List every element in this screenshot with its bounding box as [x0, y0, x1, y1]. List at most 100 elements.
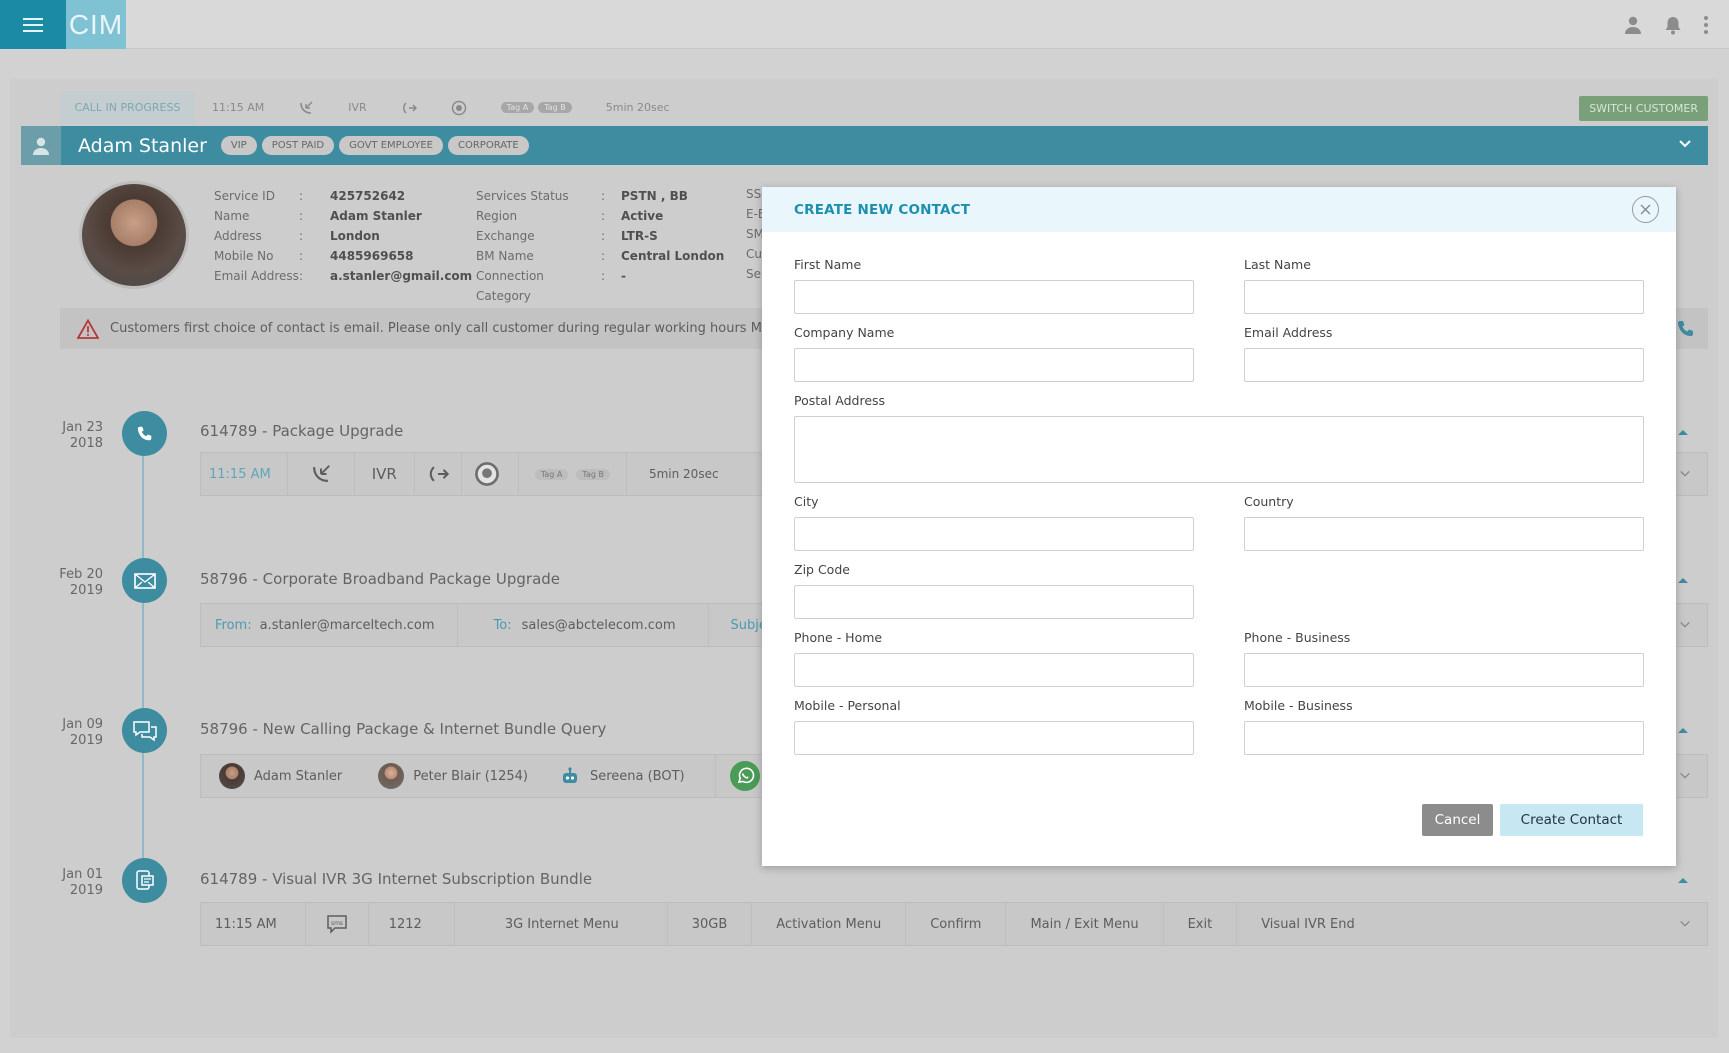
info-value: LTR-S: [621, 229, 658, 243]
info-value: PSTN , BB: [621, 189, 688, 203]
timeline-line: [142, 432, 144, 872]
chevron-down-icon[interactable]: [1679, 468, 1691, 480]
from-email: a.stanler@marceltech.com: [259, 617, 435, 633]
ivr-step: Confirm: [906, 903, 1007, 945]
info-label: Exchange: [476, 229, 535, 243]
cancel-button[interactable]: Cancel: [1422, 804, 1493, 836]
card-channel: IVR: [355, 453, 415, 495]
postal-address-input[interactable]: [794, 416, 1644, 483]
chevron-down-icon[interactable]: [1679, 619, 1691, 631]
mobile-personal-group: Mobile - Personal: [794, 698, 1194, 755]
whatsapp-icon: [729, 761, 760, 791]
create-contact-button[interactable]: Create Contact: [1500, 804, 1643, 836]
call-status: CALL IN PROGRESS: [60, 91, 195, 124]
mobile-business-input[interactable]: [1244, 721, 1644, 755]
timeline-dot: [122, 858, 167, 903]
timeline-date: Jan 09 2019: [62, 717, 103, 748]
city-input[interactable]: [794, 517, 1194, 551]
phone-icon[interactable]: [1676, 319, 1696, 339]
badge-post-paid: POST PAID: [261, 136, 335, 155]
user-icon[interactable]: [1623, 15, 1643, 35]
tag: Tag A: [500, 102, 535, 113]
mobile-personal-label: Mobile - Personal: [794, 698, 901, 713]
call-bar: CALL IN PROGRESS 11:15 AM IVR Tag A Tag …: [60, 91, 1708, 124]
phone-business-input[interactable]: [1244, 653, 1644, 687]
customer-avatar: [21, 126, 61, 165]
info-label: Mobile No: [214, 249, 274, 263]
participant-name: Adam Stanler: [254, 768, 343, 784]
chevron-up-icon[interactable]: [1677, 876, 1689, 884]
badge-govt-employee: GOVT EMPLOYEE: [339, 136, 443, 155]
chevron-up-icon[interactable]: [1677, 726, 1689, 734]
customer-info-left: Service ID:425752642 Name: Adam Stanler A…: [214, 186, 472, 286]
warning-icon: [77, 318, 99, 339]
phone-home-input[interactable]: [794, 653, 1194, 687]
ivr-step: 3G Internet Menu: [455, 903, 668, 945]
postal-address-group: Postal Address: [794, 393, 1644, 487]
modal-title: CREATE NEW CONTACT: [794, 201, 971, 218]
ivr-step: 1212: [369, 903, 455, 945]
chevron-down-icon[interactable]: [1679, 918, 1691, 930]
switch-customer-button[interactable]: SWITCH CUSTOMER: [1579, 96, 1708, 121]
chevron-up-icon[interactable]: [1677, 428, 1689, 436]
hamburger-menu-button[interactable]: [0, 0, 66, 49]
chat-icon: [132, 720, 157, 741]
timeline-title[interactable]: 614789 - Package Upgrade: [200, 422, 403, 440]
last-name-input[interactable]: [1244, 280, 1644, 314]
info-value: a.stanler@gmail.com: [330, 269, 473, 283]
card-time: 11:15 AM: [201, 903, 306, 945]
participant-name: Peter Blair (1254): [413, 768, 528, 784]
more-vertical-icon[interactable]: [1703, 15, 1709, 35]
info-label: Name: [214, 209, 250, 223]
chevron-down-icon[interactable]: [1678, 137, 1692, 151]
customer-info-mid: Services Status: PSTN , BB Region: Active …: [476, 186, 724, 306]
user-icon: [33, 137, 49, 155]
badge-corporate: CORPORATE: [447, 136, 529, 155]
bell-icon[interactable]: [1664, 15, 1682, 35]
phone-home-group: Phone - Home: [794, 630, 1194, 687]
close-icon: [1640, 204, 1651, 215]
ivr-step: Activation Menu: [752, 903, 907, 945]
participant-name: Sereena (BOT): [589, 768, 685, 784]
info-value: 4485969658: [330, 249, 414, 263]
email-address-input[interactable]: [1244, 348, 1644, 382]
sms-icon: sms: [326, 915, 347, 934]
last-name-group: Last Name: [1244, 257, 1644, 314]
chevron-up-icon[interactable]: [1677, 576, 1689, 584]
info-value: Active: [621, 209, 664, 223]
first-name-group: First Name: [794, 257, 1194, 314]
timeline-title[interactable]: 58796 - Corporate Broadband Package Upgr…: [200, 570, 560, 588]
timeline-dot: [122, 411, 167, 456]
country-label: Country: [1244, 494, 1294, 509]
company-name-input[interactable]: [794, 348, 1194, 382]
call-time: 11:15 AM: [212, 101, 265, 114]
badge-vip: VIP: [220, 136, 257, 155]
first-name-input[interactable]: [794, 280, 1194, 314]
avatar: [219, 763, 245, 789]
timeline-title[interactable]: 614789 - Visual IVR 3G Internet Subscrip…: [200, 870, 592, 888]
close-button[interactable]: [1632, 196, 1659, 223]
ivr-step: 30GB: [668, 903, 753, 945]
card-duration: 5min 20sec: [648, 467, 719, 481]
mobile-personal-input[interactable]: [794, 721, 1194, 755]
info-label: Connection Category: [476, 269, 544, 303]
chevron-down-icon[interactable]: [1679, 770, 1691, 782]
zip-code-input[interactable]: [794, 585, 1194, 619]
timeline-date: Jan 23 2018: [62, 420, 103, 451]
incoming-call-icon: [312, 465, 330, 482]
call-duration: 5min 20sec: [605, 101, 670, 114]
timeline-title[interactable]: 58796 - New Calling Package & Internet B…: [200, 720, 606, 738]
city-label: City: [794, 494, 819, 509]
customer-name: Adam Stanler: [78, 134, 207, 157]
timeline-card[interactable]: 11:15 AM sms 1212 3G Internet Menu 30GB …: [200, 902, 1708, 946]
modal-header: CREATE NEW CONTACT: [762, 187, 1676, 232]
call-channel: IVR: [348, 101, 367, 114]
agent-icon: [451, 100, 466, 115]
info-label: BM Name: [476, 249, 534, 263]
country-input[interactable]: [1244, 517, 1644, 551]
customer-header: Adam Stanler VIP POST PAID GOVT EMPLOYEE…: [21, 126, 1708, 165]
mobile-business-label: Mobile - Business: [1244, 698, 1353, 713]
phone-business-group: Phone - Business: [1244, 630, 1644, 687]
postal-address-label: Postal Address: [794, 393, 886, 408]
ivr-step: Exit: [1164, 903, 1238, 945]
